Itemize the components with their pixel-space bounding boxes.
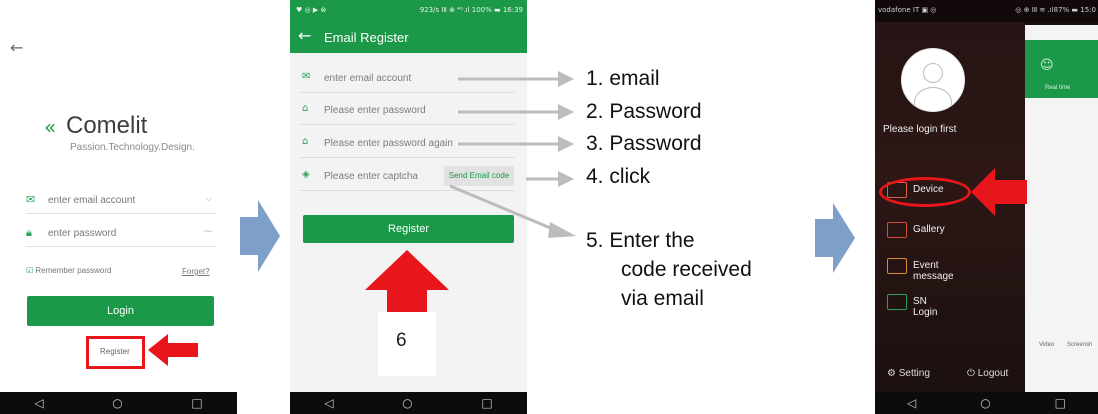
video-label: Video — [1039, 342, 1055, 348]
step2-annotation: 2. Password — [586, 100, 702, 123]
avatar[interactable] — [901, 48, 965, 112]
logout-label: Logout — [977, 368, 1009, 379]
logo-text: Comelit — [66, 112, 148, 139]
red-up-arrow — [365, 250, 449, 314]
lock-icon: ⌂ — [302, 103, 309, 114]
avatar-head-icon — [923, 63, 943, 83]
avatar-body-icon — [914, 87, 952, 111]
password-field[interactable]: 🔒︎ enter password ⁓ — [26, 226, 216, 247]
android-nav-bar: ◁ ○ □ — [290, 392, 527, 414]
menu-label-gallery: Gallery — [913, 224, 945, 235]
step3-annotation: 3. Password — [586, 132, 702, 155]
status-icons-right: ◎ ⊕ ⅠⅡ ≋ .ıl87% ▬ 15:0 — [1015, 6, 1096, 14]
step6-label: 6 — [396, 330, 407, 351]
password-again-placeholder: Please enter password again — [324, 138, 453, 149]
captcha-placeholder: Please enter captcha — [324, 171, 418, 182]
comelit-logo: « Comelit Passion.Technology.Design. — [44, 112, 214, 160]
login-screen: ← « Comelit Passion.Technology.Design. ✉… — [0, 0, 237, 414]
annotation-connectors — [450, 71, 576, 238]
nav-home-icon[interactable]: ○ — [112, 396, 122, 410]
page-title: Email Register — [324, 30, 409, 45]
person-icon: ☺ — [1040, 58, 1054, 73]
nav-back-icon[interactable]: ◁ — [34, 396, 43, 410]
setting-button[interactable]: ⚙ Setting — [887, 368, 930, 379]
shield-icon: ◈ — [302, 169, 310, 180]
sn-login-icon — [887, 294, 907, 310]
status-icons-left: vodafone IT ▣ ◎ — [878, 6, 937, 14]
back-arrow-icon[interactable]: ← — [10, 38, 23, 57]
status-bar: ♥ ◎ ▶ ⊗ 923/s ⅠⅡ ⊗ ⁴ᴳ.ıl 100% ▬ 16:39 — [290, 0, 527, 21]
menu-label-sn-login: SN Login — [913, 296, 938, 318]
nav-recents-icon[interactable]: □ — [1055, 396, 1066, 410]
nav-home-icon[interactable]: ○ — [402, 396, 412, 410]
chevron-down-icon[interactable]: ⌵ — [205, 194, 212, 204]
email-field[interactable]: ✉ enter email account ⌵ — [26, 193, 216, 214]
password-placeholder: Please enter password — [324, 105, 426, 116]
android-nav-bar: ◁ ○ □ — [0, 392, 237, 414]
email-placeholder: enter email account — [324, 73, 412, 84]
login-prompt[interactable]: Please login first — [883, 124, 956, 135]
logo-tagline: Passion.Technology.Design. — [70, 142, 195, 153]
red-arrow-to-device — [971, 168, 1027, 216]
login-button[interactable]: Login — [27, 296, 214, 326]
status-icons-left: ♥ ◎ ▶ ⊗ — [296, 6, 327, 14]
power-icon: ⏻ — [967, 368, 975, 379]
status-icons-right: 923/s ⅠⅡ ⊗ ⁴ᴳ.ıl 100% ▬ 16:39 — [419, 6, 523, 14]
lock-icon: 🔒︎ — [26, 226, 32, 239]
flow-arrow-right-icon — [815, 203, 855, 273]
device-highlight-ellipse — [879, 177, 971, 207]
setting-label: Setting — [898, 368, 930, 379]
side-menu-screen: ☺ Real time Video Screensh vodafone IT ▣… — [875, 0, 1098, 414]
menu-label-event-message: Event message — [913, 260, 954, 282]
message-icon — [887, 258, 907, 274]
gear-icon: ⚙ — [887, 368, 896, 379]
checkbox-icon: ☑ — [26, 266, 34, 275]
nav-home-icon[interactable]: ○ — [980, 396, 990, 410]
gallery-icon — [887, 222, 907, 238]
remember-label: Remember password — [35, 266, 112, 275]
nav-back-icon[interactable]: ◁ — [324, 396, 333, 410]
nav-recents-icon[interactable]: □ — [481, 396, 492, 410]
step5-annotation-line2: code received — [621, 258, 752, 281]
flow-arrow-right-icon — [240, 200, 280, 272]
mail-icon: ✉ — [302, 71, 311, 82]
password-placeholder: enter password — [48, 228, 117, 239]
step1-annotation: 1. email — [586, 67, 660, 90]
forget-link[interactable]: Forget? — [182, 267, 210, 276]
lock-icon: ⌂ — [302, 136, 309, 147]
remember-password-checkbox[interactable]: ☑ Remember password — [26, 266, 111, 275]
register-link[interactable]: Register — [100, 347, 130, 356]
nav-back-icon[interactable]: ◁ — [907, 396, 916, 410]
step6-box — [378, 312, 436, 376]
realtime-label: Real time — [1045, 85, 1071, 91]
red-arrow-to-register — [148, 334, 198, 366]
back-arrow-icon[interactable]: ← — [298, 26, 311, 45]
email-placeholder: enter email account — [48, 195, 136, 206]
screenshot-label: Screensh — [1067, 342, 1093, 348]
android-nav-bar: ◁ ○ □ — [875, 392, 1098, 414]
logo-mark-icon: « — [44, 115, 56, 139]
nav-recents-icon[interactable]: □ — [191, 396, 202, 410]
app-bar: ← Email Register — [290, 21, 527, 53]
step4-annotation: 4. click — [586, 165, 651, 188]
mail-icon: ✉ — [26, 193, 36, 206]
logout-button[interactable]: ⏻ Logout — [967, 368, 1008, 379]
step5-annotation-line1: 5. Enter the — [586, 229, 695, 252]
eye-closed-icon[interactable]: ⁓ — [203, 227, 212, 237]
step5-annotation-line3: via email — [621, 287, 704, 310]
status-bar: vodafone IT ▣ ◎ ◎ ⊕ ⅠⅡ ≋ .ıl87% ▬ 15:0 — [875, 0, 1098, 22]
